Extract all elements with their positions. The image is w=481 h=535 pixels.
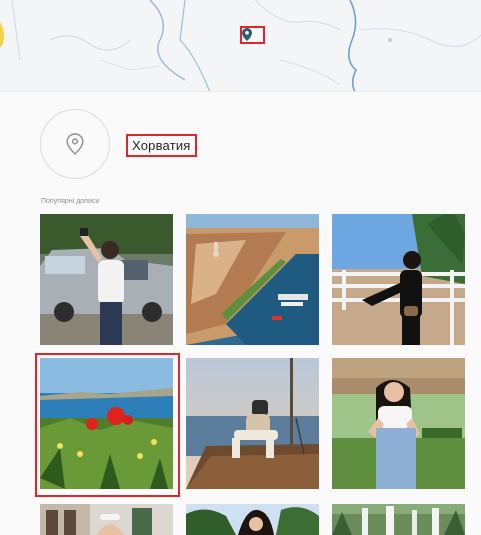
post-image-balcony	[40, 504, 173, 535]
map-pin-highlight[interactable]	[240, 26, 265, 44]
post-image-selfie-car	[40, 214, 173, 345]
location-map[interactable]	[0, 0, 481, 92]
popular-posts-label: Популярні дописи	[41, 198, 100, 205]
post-thumbnail-8[interactable]	[186, 504, 319, 535]
map-marker-icon	[242, 28, 252, 41]
post-thumbnail-3[interactable]	[332, 214, 465, 345]
map-rivers	[0, 0, 481, 91]
post-image-boat-sunset	[186, 358, 319, 489]
post-image-poppies	[40, 358, 173, 489]
location-pin-icon	[66, 133, 84, 155]
post-image-woman-trees	[186, 504, 319, 535]
location-title-text: Хорватия	[132, 138, 191, 153]
post-thumbnail-1[interactable]	[40, 214, 173, 345]
post-thumbnail-2[interactable]	[186, 214, 319, 345]
post-image-harbor	[186, 214, 319, 345]
post-thumbnail-7[interactable]	[40, 504, 173, 535]
post-thumbnail-9[interactable]	[332, 504, 465, 535]
post-image-woman-fence	[332, 214, 465, 345]
post-thumbnail-5[interactable]	[186, 358, 319, 489]
location-title: Хорватия	[126, 134, 197, 157]
post-image-woman-white-top	[332, 358, 465, 489]
post-image-waterfall	[332, 504, 465, 535]
post-thumbnail-6[interactable]	[332, 358, 465, 489]
post-thumbnail-4[interactable]	[40, 358, 173, 489]
location-avatar	[40, 109, 110, 179]
